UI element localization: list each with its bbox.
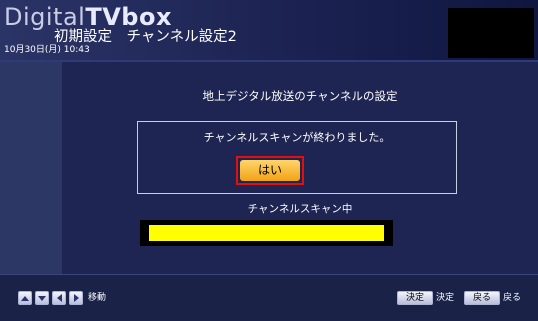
left-arrow-icon[interactable] xyxy=(52,291,66,305)
progress-bar xyxy=(140,220,393,246)
sidebar-panel xyxy=(0,62,62,274)
up-arrow-icon[interactable] xyxy=(18,291,32,305)
progress-fill xyxy=(149,225,384,241)
decide-label: 決定 xyxy=(436,293,455,303)
header-bar: DigitalTVbox 初期設定 チャンネル設定2 10月30日(月) 10:… xyxy=(0,0,538,60)
back-key-button[interactable]: 戻る xyxy=(464,291,500,305)
yes-button-focus: はい xyxy=(236,156,304,185)
brand-prefix: Digital xyxy=(4,3,86,31)
scan-complete-dialog: チャンネルスキャンが終わりました。 はい xyxy=(137,121,457,194)
back-label: 戻る xyxy=(503,293,522,303)
brand-suffix: TVbox xyxy=(85,3,172,31)
footer-bar: 移動 決定 決定 戻る 戻る xyxy=(0,275,538,321)
decide-key-button[interactable]: 決定 xyxy=(397,291,433,305)
section-title: 地上デジタル放送のチャンネルの設定 xyxy=(202,89,398,103)
down-arrow-icon[interactable] xyxy=(35,291,49,305)
yes-button[interactable]: はい xyxy=(240,160,300,181)
video-preview-area xyxy=(448,8,534,58)
right-arrow-icon[interactable] xyxy=(69,291,83,305)
dialog-message: チャンネルスキャンが終わりました。 xyxy=(203,131,391,144)
move-label: 移動 xyxy=(88,293,107,303)
progress-label: チャンネルスキャン中 xyxy=(247,203,353,215)
date-time: 10月30日(月) 10:43 xyxy=(4,45,90,55)
